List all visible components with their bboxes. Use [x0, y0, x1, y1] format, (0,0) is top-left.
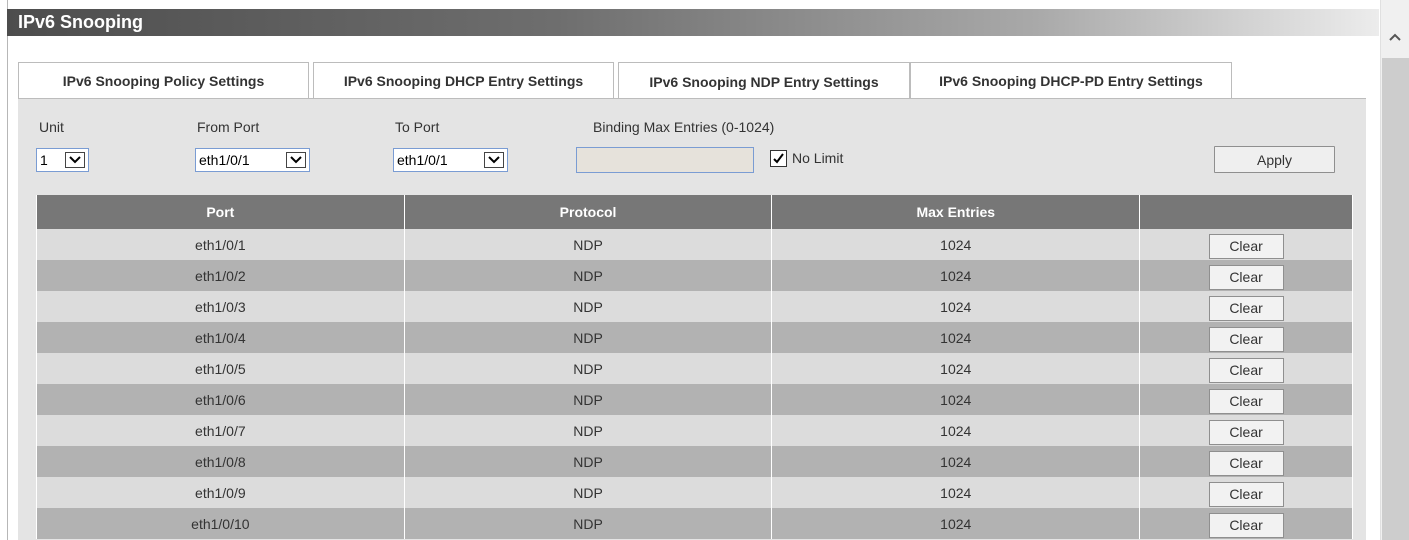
table-row: eth1/0/10 NDP 1024 Clear: [36, 508, 1353, 539]
protocol-cell: NDP: [403, 291, 773, 322]
chevron-down-icon: [286, 152, 306, 168]
max-entries-cell: 1024: [771, 384, 1141, 415]
port-cell: eth1/0/5: [36, 353, 405, 384]
clear-button[interactable]: Clear: [1208, 388, 1284, 414]
column-header-max-entries: Max Entries: [771, 195, 1141, 229]
max-entries-cell: 1024: [771, 508, 1141, 539]
no-limit-label: No Limit: [792, 150, 844, 166]
table-row: eth1/0/7 NDP 1024 Clear: [36, 415, 1353, 446]
port-cell: eth1/0/2: [36, 260, 405, 291]
max-entries-cell: 1024: [771, 229, 1141, 260]
port-cell: eth1/0/9: [36, 477, 405, 508]
from-port-label: From Port: [197, 119, 260, 135]
from-port-select[interactable]: eth1/0/1: [195, 148, 310, 172]
action-cell: Clear: [1139, 353, 1353, 384]
clear-button[interactable]: Clear: [1208, 264, 1284, 290]
tab-label: IPv6 Snooping Policy Settings: [62, 73, 265, 89]
max-entries-cell: 1024: [771, 353, 1141, 384]
table-row: eth1/0/1 NDP 1024 Clear: [36, 229, 1353, 260]
table-row: eth1/0/5 NDP 1024 Clear: [36, 353, 1353, 384]
column-header-port: Port: [36, 195, 405, 229]
max-entries-cell: 1024: [771, 415, 1141, 446]
unit-label: Unit: [39, 119, 64, 135]
max-entries-cell: 1024: [771, 322, 1141, 353]
action-cell: Clear: [1139, 260, 1353, 291]
page-title-bar: IPv6 Snooping: [7, 9, 1379, 36]
clear-button[interactable]: Clear: [1208, 450, 1284, 476]
chevron-down-icon: [484, 152, 504, 168]
tab-ndp-entry-settings[interactable]: IPv6 Snooping NDP Entry Settings: [618, 62, 910, 100]
port-cell: eth1/0/7: [36, 415, 405, 446]
chevron-down-icon: [65, 152, 85, 168]
action-cell: Clear: [1139, 322, 1353, 353]
checkmark-icon: [773, 153, 784, 164]
port-cell: eth1/0/1: [36, 229, 405, 260]
scrollbar-thumb[interactable]: [1382, 58, 1409, 540]
port-cell: eth1/0/6: [36, 384, 405, 415]
no-limit-checkbox[interactable]: [770, 150, 787, 167]
action-cell: Clear: [1139, 229, 1353, 260]
tab-label: IPv6 Snooping NDP Entry Settings: [649, 73, 879, 90]
clear-button[interactable]: Clear: [1208, 326, 1284, 352]
tab-dhcp-pd-entry-settings[interactable]: IPv6 Snooping DHCP-PD Entry Settings: [910, 62, 1232, 99]
protocol-cell: NDP: [403, 353, 773, 384]
port-cell: eth1/0/10: [36, 508, 405, 539]
table-row: eth1/0/6 NDP 1024 Clear: [36, 384, 1353, 415]
to-port-select[interactable]: eth1/0/1: [393, 148, 508, 172]
clear-button[interactable]: Clear: [1208, 419, 1284, 445]
table-row: eth1/0/9 NDP 1024 Clear: [36, 477, 1353, 508]
unit-select-value: 1: [40, 152, 48, 168]
protocol-cell: NDP: [403, 260, 773, 291]
table-row: eth1/0/3 NDP 1024 Clear: [36, 291, 1353, 322]
column-header-protocol: Protocol: [403, 195, 773, 229]
protocol-cell: NDP: [403, 229, 773, 260]
clear-button[interactable]: Clear: [1208, 357, 1284, 383]
action-cell: Clear: [1139, 477, 1353, 508]
clear-button[interactable]: Clear: [1208, 233, 1284, 259]
chevron-up-icon[interactable]: [1387, 32, 1403, 44]
protocol-cell: NDP: [403, 415, 773, 446]
clear-button[interactable]: Clear: [1208, 295, 1284, 321]
clear-button[interactable]: Clear: [1208, 481, 1284, 507]
max-entries-cell: 1024: [771, 291, 1141, 322]
to-port-label: To Port: [395, 119, 440, 135]
protocol-cell: NDP: [403, 508, 773, 539]
tab-label: IPv6 Snooping DHCP-PD Entry Settings: [939, 73, 1203, 89]
column-header-action: [1139, 195, 1353, 229]
action-cell: Clear: [1139, 291, 1353, 322]
to-port-select-value: eth1/0/1: [397, 152, 448, 168]
from-port-select-value: eth1/0/1: [199, 152, 250, 168]
port-cell: eth1/0/4: [36, 322, 405, 353]
tab-policy-settings[interactable]: IPv6 Snooping Policy Settings: [18, 62, 309, 99]
protocol-cell: NDP: [403, 477, 773, 508]
table-body: eth1/0/1 NDP 1024 Clear eth1/0/2 NDP 1024 Clear…: [36, 229, 1353, 539]
binding-max-entries-input[interactable]: [576, 147, 754, 173]
tab-label: IPv6 Snooping DHCP Entry Settings: [343, 73, 584, 89]
port-cell: eth1/0/3: [36, 291, 405, 322]
page-title: IPv6 Snooping: [18, 12, 144, 32]
binding-max-entries-label: Binding Max Entries (0-1024): [593, 119, 775, 135]
action-cell: Clear: [1139, 415, 1353, 446]
port-cell: eth1/0/8: [36, 446, 405, 477]
protocol-cell: NDP: [403, 446, 773, 477]
tab-dhcp-entry-settings[interactable]: IPv6 Snooping DHCP Entry Settings: [313, 62, 614, 99]
action-cell: Clear: [1139, 508, 1353, 539]
max-entries-cell: 1024: [771, 477, 1141, 508]
vertical-scrollbar[interactable]: [1380, 0, 1409, 540]
table-row: eth1/0/4 NDP 1024 Clear: [36, 322, 1353, 353]
action-cell: Clear: [1139, 384, 1353, 415]
ndp-entry-table: Port Protocol Max Entries eth1/0/1 NDP 102…: [36, 195, 1353, 539]
unit-select[interactable]: 1: [36, 148, 89, 172]
protocol-cell: NDP: [403, 322, 773, 353]
apply-button[interactable]: Apply: [1214, 146, 1335, 173]
clear-button[interactable]: Clear: [1208, 512, 1284, 538]
table-header-row: Port Protocol Max Entries: [36, 195, 1353, 229]
action-cell: Clear: [1139, 446, 1353, 477]
max-entries-cell: 1024: [771, 260, 1141, 291]
max-entries-cell: 1024: [771, 446, 1141, 477]
protocol-cell: NDP: [403, 384, 773, 415]
table-row: eth1/0/2 NDP 1024 Clear: [36, 260, 1353, 291]
table-row: eth1/0/8 NDP 1024 Clear: [36, 446, 1353, 477]
